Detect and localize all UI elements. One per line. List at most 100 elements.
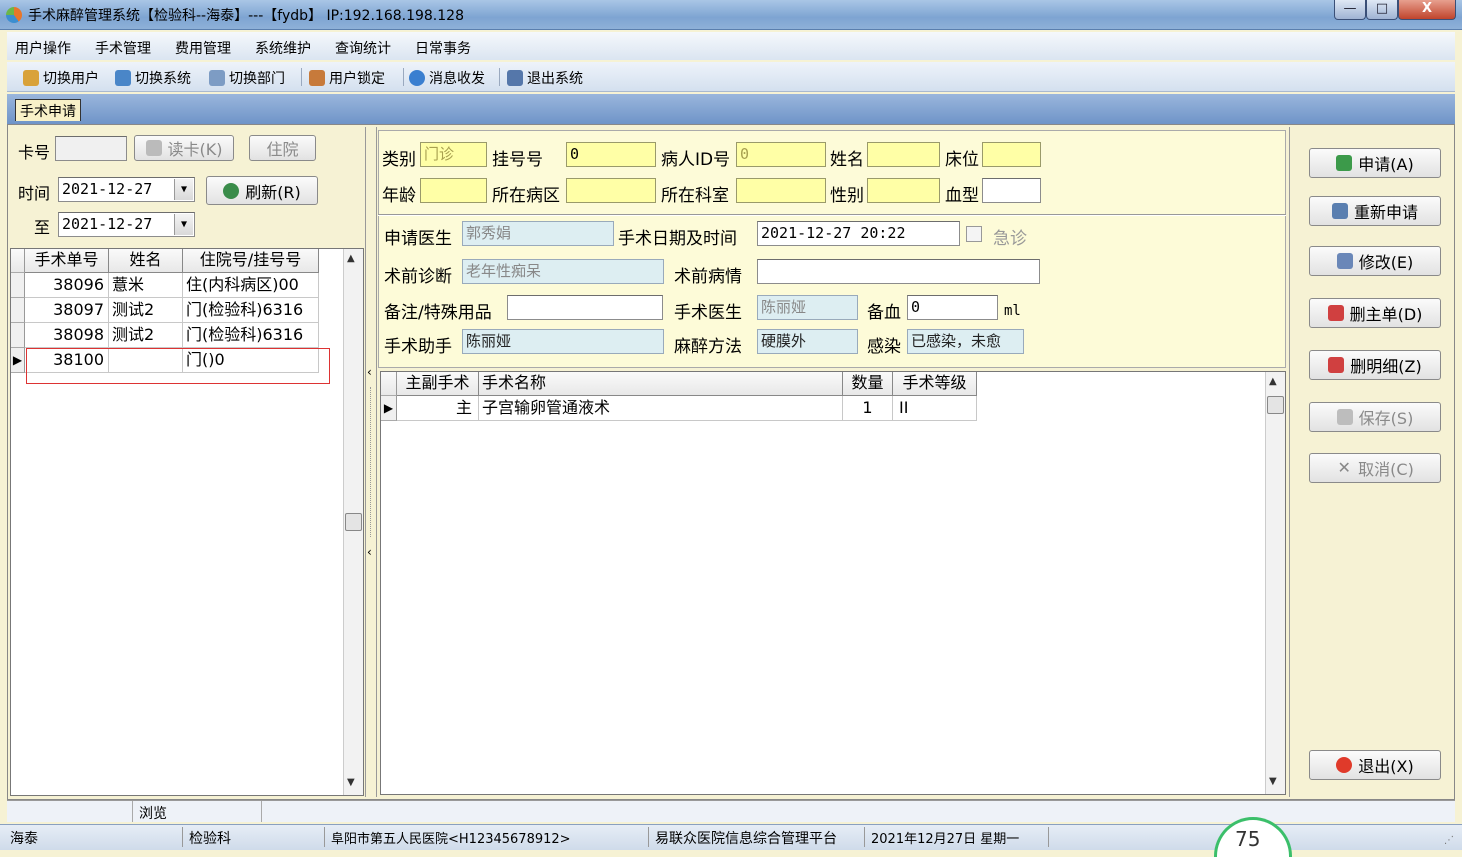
infection-field[interactable]: 已感染，未愈: [907, 329, 1024, 354]
menu-fee-mgmt[interactable]: 费用管理: [175, 38, 231, 58]
scroll-up-icon[interactable]: ▲: [347, 253, 355, 264]
system-icon: [115, 70, 131, 86]
detail-row-quantity[interactable]: 1: [843, 396, 893, 421]
condition-field[interactable]: [757, 259, 1040, 284]
blood-prep-field[interactable]: 0: [907, 295, 998, 320]
minimize-button[interactable]: —: [1334, 0, 1366, 20]
assistant-field[interactable]: 陈丽娅: [462, 329, 664, 354]
anesthesia-label: 麻醉方法: [674, 337, 742, 357]
table-row-reg-no[interactable]: 门(检验科)6316: [183, 298, 319, 323]
column-header-main-sub[interactable]: 主副手术: [397, 372, 479, 396]
detail-row-level[interactable]: II: [893, 396, 977, 421]
table-row-order-no[interactable]: 38097: [25, 298, 109, 323]
dropdown-arrow-icon[interactable]: ▼: [174, 214, 193, 235]
splitter[interactable]: ‹ ‹: [365, 127, 377, 797]
bed-label: 床位: [945, 150, 979, 170]
collapse-left-icon[interactable]: ‹: [367, 545, 372, 559]
datetime-label: 手术日期及时间: [618, 229, 737, 249]
table-row-name[interactable]: 薏米: [109, 273, 183, 298]
name-field[interactable]: [867, 142, 940, 167]
doctor-label: 申请医生: [384, 229, 452, 249]
table-row-reg-no[interactable]: 住(内科病区)00: [183, 273, 319, 298]
exit-system-button[interactable]: 退出系统: [507, 68, 583, 88]
scroll-up-icon[interactable]: ▲: [1269, 376, 1277, 387]
cancel-button[interactable]: ✕ 取消(C): [1309, 453, 1441, 483]
apply-button[interactable]: 申请(A): [1309, 148, 1441, 178]
date-to-picker[interactable]: 2021-12-27 ▼: [58, 212, 195, 237]
anesthesia-field[interactable]: 硬膜外: [757, 329, 858, 354]
dropdown-arrow-icon[interactable]: ▼: [174, 179, 193, 200]
doctor-field[interactable]: 郭秀娟: [462, 221, 614, 246]
switch-system-button[interactable]: 切换系统: [115, 68, 191, 88]
ward-field[interactable]: [566, 178, 656, 203]
maximize-button[interactable]: □: [1366, 0, 1398, 20]
status-cell: [7, 801, 133, 822]
scroll-thumb[interactable]: [345, 513, 362, 531]
remark-field[interactable]: [507, 295, 663, 320]
patient-id-field[interactable]: 0: [736, 142, 826, 167]
menu-daily-affairs[interactable]: 日常事务: [415, 38, 471, 58]
switch-user-button[interactable]: 切换用户: [23, 68, 99, 88]
reapply-button[interactable]: 重新申请: [1309, 196, 1441, 226]
left-grid-scrollbar[interactable]: ▲ ▼: [343, 249, 363, 795]
row-indicator: [11, 273, 25, 298]
age-field[interactable]: [420, 178, 487, 203]
action-panel-divider: [1289, 127, 1290, 797]
emergency-checkbox[interactable]: [966, 226, 982, 242]
column-header-surgery-name[interactable]: 手术名称: [479, 372, 843, 396]
column-header-level[interactable]: 手术等级: [893, 372, 977, 396]
menu-system-maint[interactable]: 系统维护: [255, 38, 311, 58]
column-header-quantity[interactable]: 数量: [843, 372, 893, 396]
surgeon-field[interactable]: 陈丽娅: [757, 295, 858, 320]
column-header-name[interactable]: 姓名: [109, 249, 183, 273]
diagnosis-field[interactable]: 老年性痴呆: [462, 259, 664, 284]
table-row-name[interactable]: 测试2: [109, 298, 183, 323]
delete-detail-button[interactable]: 删明细(Z): [1309, 350, 1441, 380]
category-label: 类别: [382, 150, 416, 170]
close-button[interactable]: X: [1398, 0, 1456, 20]
scroll-down-icon[interactable]: ▼: [1269, 776, 1277, 787]
user-lock-button[interactable]: 用户锁定: [309, 68, 385, 88]
search-panel: 卡号 读卡(K) 住院 时间 2021-12-27 ▼ 刷新(R) 至 2021…: [10, 127, 364, 247]
dept-field[interactable]: [736, 178, 826, 203]
blood-type-field[interactable]: [982, 178, 1041, 203]
table-row-name[interactable]: 测试2: [109, 323, 183, 348]
menu-bar: 用户操作 手术管理 费用管理 系统维护 查询统计 日常事务: [7, 32, 1455, 60]
menu-surgery-mgmt[interactable]: 手术管理: [95, 38, 151, 58]
app-status-bar: 海泰 检验科 阜阳市第五人民医院<H12345678912> 易联众医院信息综合…: [0, 817, 1462, 857]
regno-field[interactable]: 0: [566, 142, 656, 167]
menu-query-stats[interactable]: 查询统计: [335, 38, 391, 58]
scroll-thumb[interactable]: [1267, 396, 1284, 414]
column-header-reg-no[interactable]: 住院号/挂号号: [183, 249, 319, 273]
resize-grip-icon[interactable]: ⋰: [1444, 835, 1458, 847]
category-field[interactable]: 门诊: [420, 142, 487, 167]
form-divider: [378, 214, 1286, 216]
tab-surgery-application[interactable]: 手术申请: [15, 99, 81, 121]
exit-button[interactable]: 退出(X): [1309, 750, 1441, 780]
table-row-reg-no[interactable]: 门(检验科)6316: [183, 323, 319, 348]
date-from-picker[interactable]: 2021-12-27 ▼: [58, 177, 195, 202]
delete-main-button[interactable]: 删主单(D): [1309, 298, 1441, 328]
read-card-button[interactable]: 读卡(K): [134, 135, 234, 161]
detail-grid-scrollbar[interactable]: ▲ ▼: [1265, 372, 1285, 794]
regno-label: 挂号号: [492, 150, 543, 170]
refresh-button[interactable]: 刷新(R): [206, 176, 318, 205]
sex-field[interactable]: [867, 178, 940, 203]
detail-row-main-sub[interactable]: 主: [397, 396, 479, 421]
card-input[interactable]: [55, 136, 127, 161]
detail-row-surgery-name[interactable]: 子宫输卵管通液术: [479, 396, 843, 421]
surgeon-label: 手术医生: [674, 303, 742, 323]
table-row-order-no[interactable]: 38098: [25, 323, 109, 348]
messages-button[interactable]: 消息收发: [409, 68, 485, 88]
collapse-left-icon[interactable]: ‹: [367, 365, 372, 379]
save-button[interactable]: 保存(S): [1309, 402, 1441, 432]
datetime-field[interactable]: 2021-12-27 20:22: [757, 221, 960, 246]
modify-button[interactable]: 修改(E): [1309, 246, 1441, 276]
column-header-order-no[interactable]: 手术单号: [25, 249, 109, 273]
switch-dept-button[interactable]: 切换部门: [209, 68, 285, 88]
scroll-down-icon[interactable]: ▼: [347, 777, 355, 788]
table-row-order-no[interactable]: 38096: [25, 273, 109, 298]
bed-field[interactable]: [982, 142, 1041, 167]
inpatient-button[interactable]: 住院: [249, 135, 316, 161]
menu-user-ops[interactable]: 用户操作: [15, 38, 71, 58]
